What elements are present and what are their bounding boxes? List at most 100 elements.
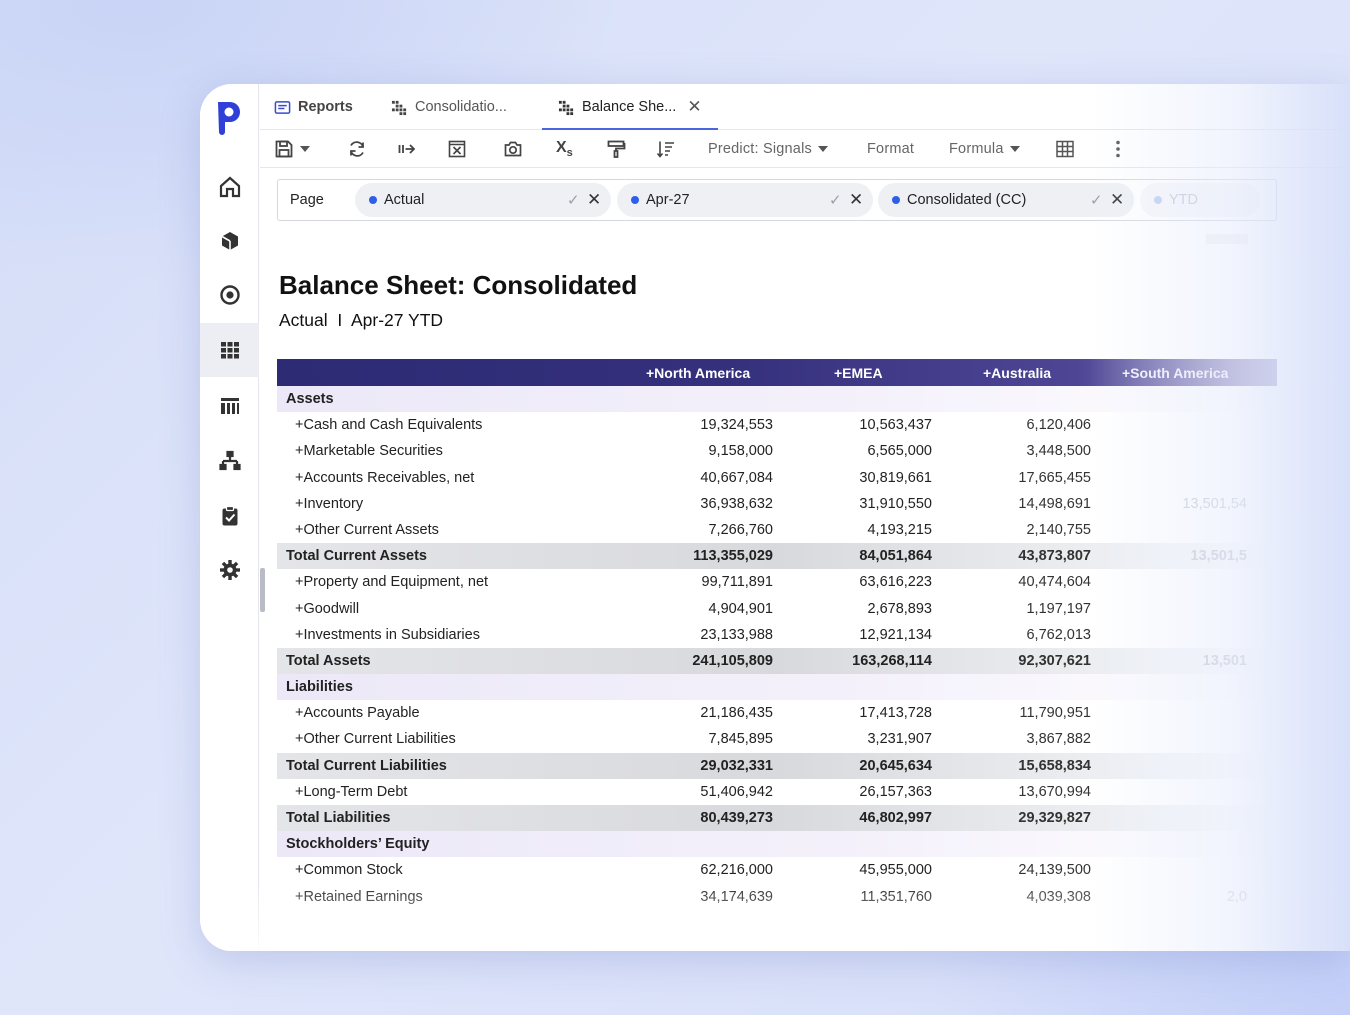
- total-row[interactable]: Total Liabilities 80,439,273 46,802,997 29,…: [277, 805, 1277, 832]
- row-label[interactable]: +Marketable Securities: [295, 443, 443, 459]
- value-cell[interactable]: 241,105,809: [633, 653, 773, 669]
- row-label[interactable]: Total Current Assets: [286, 548, 427, 564]
- column-header[interactable]: +North America: [646, 365, 750, 381]
- filter-chip-consolidated[interactable]: Consolidated (CC) ✓ ✕: [878, 183, 1134, 217]
- section-header-row[interactable]: Stockholders’ Equity: [277, 831, 1277, 858]
- value-cell[interactable]: 11,351,760: [792, 889, 933, 905]
- value-cell[interactable]: 13,670,994: [951, 784, 1091, 800]
- sort-button[interactable]: [656, 137, 676, 161]
- check-icon[interactable]: ✓: [567, 191, 580, 209]
- nav-metrics[interactable]: [200, 268, 259, 322]
- value-cell[interactable]: 23,133,988: [633, 627, 773, 643]
- row-label[interactable]: +Long-Term Debt: [295, 784, 407, 800]
- save-button[interactable]: [274, 137, 310, 161]
- pigment-logo-icon[interactable]: [214, 96, 246, 136]
- export-button[interactable]: [397, 137, 417, 161]
- table-row[interactable]: +Inventory 36,938,632 31,910,550 14,498,691…: [277, 491, 1277, 517]
- value-cell[interactable]: 2,140,755: [951, 522, 1091, 538]
- tab-consolidation[interactable]: Consolidatio...: [391, 84, 507, 130]
- value-cell[interactable]: 84,051,864: [792, 548, 932, 564]
- nav-home[interactable]: [200, 160, 259, 214]
- close-icon[interactable]: ✕: [587, 190, 601, 210]
- value-cell[interactable]: 17,665,455: [951, 470, 1091, 486]
- value-cell[interactable]: 45,955,000: [792, 862, 932, 878]
- nav-blocks[interactable]: [200, 214, 259, 268]
- filter-chip-apr-27[interactable]: Apr-27 ✓ ✕: [617, 183, 873, 217]
- table-row[interactable]: +Other Current Assets 7,266,760 4,193,215 2…: [277, 517, 1277, 543]
- value-cell[interactable]: 46,802,997: [792, 810, 932, 826]
- row-label[interactable]: Liabilities: [286, 679, 353, 695]
- panel-resize-handle[interactable]: [260, 568, 265, 612]
- value-cell[interactable]: 29,032,331: [633, 758, 773, 774]
- close-icon[interactable]: ✕: [687, 97, 701, 117]
- value-cell[interactable]: 26,157,363: [792, 784, 932, 800]
- filter-expand-handle[interactable]: [1206, 234, 1248, 244]
- column-header[interactable]: +South America: [1122, 365, 1228, 381]
- value-cell[interactable]: 21,186,435: [633, 705, 773, 721]
- value-cell[interactable]: 4,193,215: [792, 522, 932, 538]
- value-cell[interactable]: 30,819,661: [792, 470, 932, 486]
- value-cell[interactable]: 4,904,901: [633, 601, 773, 617]
- row-label[interactable]: Stockholders’ Equity: [286, 836, 429, 852]
- table-row[interactable]: +Marketable Securities 9,158,000 6,565,000…: [277, 438, 1277, 464]
- check-icon[interactable]: ✓: [829, 191, 842, 209]
- close-icon[interactable]: ✕: [1110, 190, 1124, 210]
- value-cell[interactable]: 19,324,553: [633, 417, 773, 433]
- value-cell[interactable]: 43,873,807: [951, 548, 1091, 564]
- value-cell[interactable]: 3,231,907: [792, 731, 932, 747]
- value-cell[interactable]: 51,406,942: [633, 784, 773, 800]
- close-icon[interactable]: ✕: [849, 190, 863, 210]
- value-cell[interactable]: 40,667,084: [633, 470, 773, 486]
- value-cell[interactable]: 9,158,000: [633, 443, 773, 459]
- value-cell[interactable]: 10,563,437: [792, 417, 932, 433]
- nav-tables[interactable]: [200, 323, 259, 377]
- value-cell[interactable]: 17,413,728: [792, 705, 932, 721]
- column-header[interactable]: +EMEA: [834, 365, 883, 381]
- predict-signals-button[interactable]: Predict: Signals: [708, 137, 828, 161]
- value-cell[interactable]: 31,910,550: [792, 496, 932, 512]
- value-cell[interactable]: 14,498,691: [951, 496, 1091, 512]
- nav-boards[interactable]: [200, 379, 259, 433]
- row-label[interactable]: +Goodwill: [295, 601, 359, 617]
- value-cell[interactable]: 24,139,500: [951, 862, 1091, 878]
- value-cell[interactable]: 6,565,000: [792, 443, 932, 459]
- table-row[interactable]: +Accounts Payable 21,186,435 17,413,728 11,…: [277, 700, 1277, 726]
- row-label[interactable]: Total Assets: [286, 653, 371, 669]
- value-cell[interactable]: 1,197,197: [951, 601, 1091, 617]
- value-cell[interactable]: 40,474,604: [951, 574, 1091, 590]
- value-cell[interactable]: 113,355,029: [633, 548, 773, 564]
- snapshot-button[interactable]: [503, 137, 523, 161]
- format-painter-button[interactable]: [606, 137, 626, 161]
- table-row[interactable]: +Common Stock 62,216,000 45,955,000 24,139,…: [277, 857, 1277, 883]
- section-header-row[interactable]: Assets: [277, 386, 1277, 413]
- excel-button[interactable]: [447, 137, 467, 161]
- section-header-row[interactable]: Liabilities: [277, 674, 1277, 701]
- row-label[interactable]: +Accounts Receivables, net: [295, 470, 474, 486]
- row-label[interactable]: +Property and Equipment, net: [295, 574, 488, 590]
- table-layout-button[interactable]: [1055, 137, 1075, 161]
- value-cell[interactable]: 92,307,621: [951, 653, 1091, 669]
- value-cell[interactable]: 6,762,013: [951, 627, 1091, 643]
- subscript-button[interactable]: Xs: [556, 137, 573, 161]
- row-label[interactable]: +Other Current Liabilities: [295, 731, 456, 747]
- row-label[interactable]: +Retained Earnings: [295, 889, 423, 905]
- nav-hierarchy[interactable]: [200, 434, 259, 488]
- value-cell[interactable]: 13,501: [1107, 653, 1247, 669]
- formula-button[interactable]: Formula: [949, 137, 1020, 161]
- value-cell[interactable]: 2,0: [1107, 889, 1247, 905]
- nav-settings[interactable]: [200, 543, 259, 597]
- row-label[interactable]: Assets: [286, 391, 334, 407]
- check-icon[interactable]: ✓: [1090, 191, 1103, 209]
- value-cell[interactable]: 3,448,500: [951, 443, 1091, 459]
- format-button[interactable]: Format: [867, 137, 914, 161]
- refresh-button[interactable]: [347, 137, 367, 161]
- value-cell[interactable]: 63,616,223: [792, 574, 932, 590]
- row-label[interactable]: +Cash and Cash Equivalents: [295, 417, 482, 433]
- value-cell[interactable]: 36,938,632: [633, 496, 773, 512]
- table-row[interactable]: +Accounts Receivables, net 40,667,084 30,8…: [277, 465, 1277, 491]
- total-row[interactable]: Total Assets 241,105,809 163,268,114 92,307…: [277, 647, 1277, 675]
- column-header[interactable]: +Australia: [983, 365, 1051, 381]
- tab-reports[interactable]: Reports: [274, 84, 353, 130]
- filter-chip-ytd[interactable]: YTD: [1140, 183, 1260, 217]
- value-cell[interactable]: 13,501,5: [1107, 548, 1247, 564]
